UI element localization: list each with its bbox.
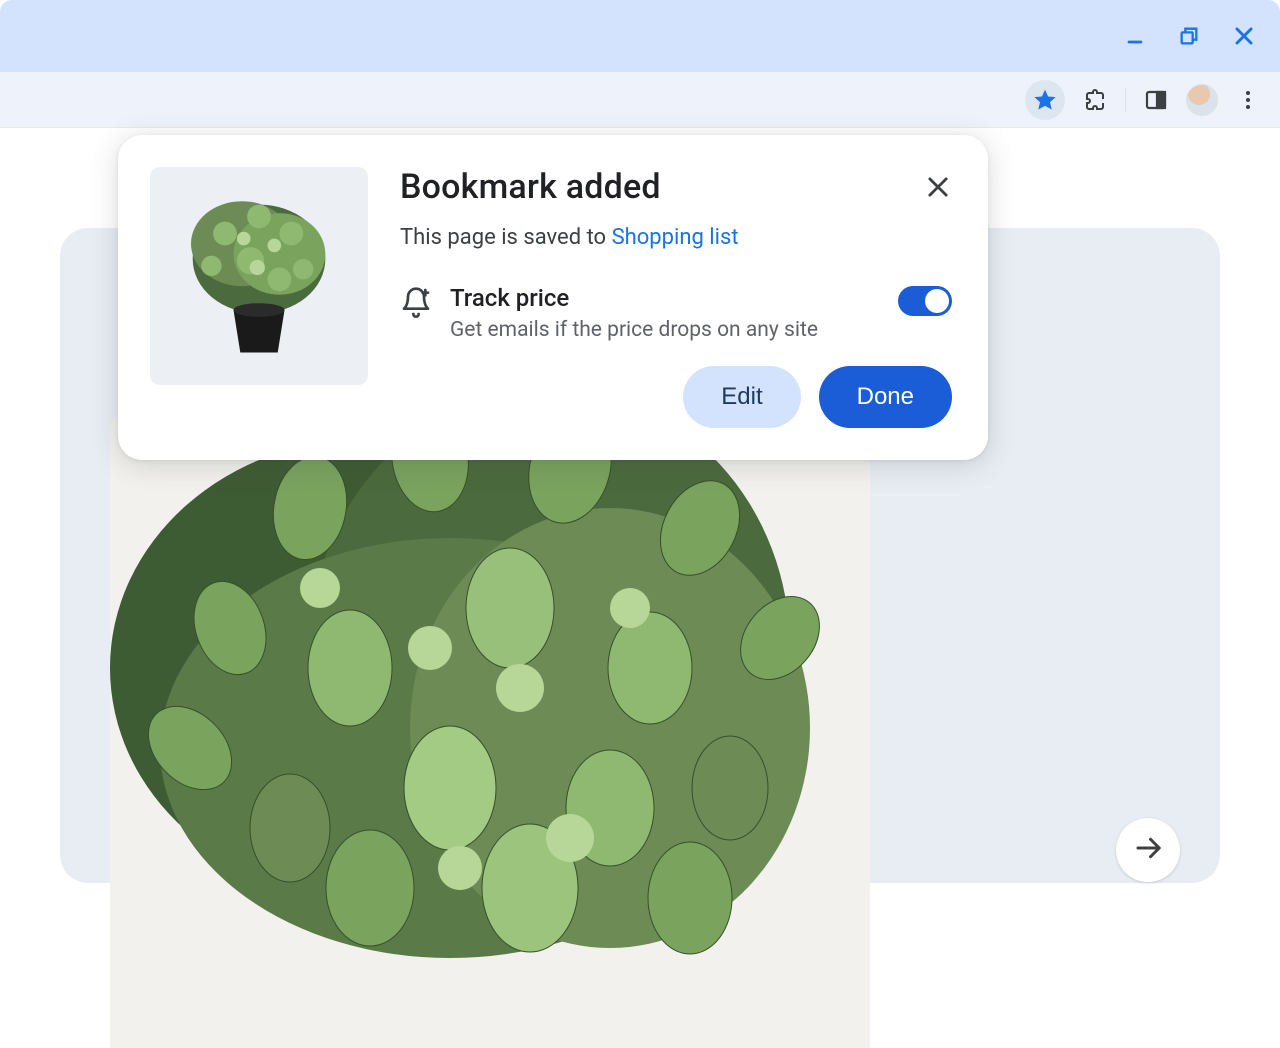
side-panel-icon[interactable] — [1144, 88, 1168, 112]
more-menu-icon[interactable] — [1236, 88, 1260, 112]
profile-avatar[interactable] — [1186, 84, 1218, 116]
bookmark-star-button[interactable] — [1025, 80, 1065, 120]
toolbar-divider — [1125, 88, 1126, 112]
done-button[interactable]: Done — [819, 366, 952, 428]
close-window-icon[interactable] — [1232, 24, 1256, 48]
window-titlebar — [0, 0, 1280, 72]
bell-plus-icon — [400, 286, 432, 318]
bookmark-added-popup: Bookmark added This page is saved to Sho… — [118, 135, 988, 460]
browser-toolbar — [0, 72, 1280, 128]
popup-actions: Edit Done — [400, 366, 952, 428]
edit-button[interactable]: Edit — [683, 366, 800, 428]
bookmark-thumbnail — [150, 167, 368, 385]
minimize-icon[interactable] — [1124, 25, 1146, 47]
popup-title: Bookmark added — [400, 167, 952, 207]
close-popup-button[interactable] — [924, 173, 952, 201]
track-price-title: Track price — [450, 284, 880, 312]
arrow-right-icon — [1133, 833, 1163, 867]
popup-subtitle: This page is saved to Shopping list — [400, 225, 952, 250]
track-price-description: Get emails if the price drops on any sit… — [450, 316, 830, 344]
carousel-next-button[interactable] — [1116, 818, 1180, 882]
subtitle-prefix: This page is saved to — [400, 225, 612, 250]
product-image-large — [110, 408, 870, 1048]
extensions-icon[interactable] — [1083, 88, 1107, 112]
bookmark-folder-link[interactable]: Shopping list — [612, 225, 739, 250]
track-price-row: Track price Get emails if the price drop… — [400, 284, 952, 344]
track-price-toggle[interactable] — [898, 286, 952, 316]
close-icon — [924, 186, 952, 205]
restore-icon[interactable] — [1178, 25, 1200, 47]
